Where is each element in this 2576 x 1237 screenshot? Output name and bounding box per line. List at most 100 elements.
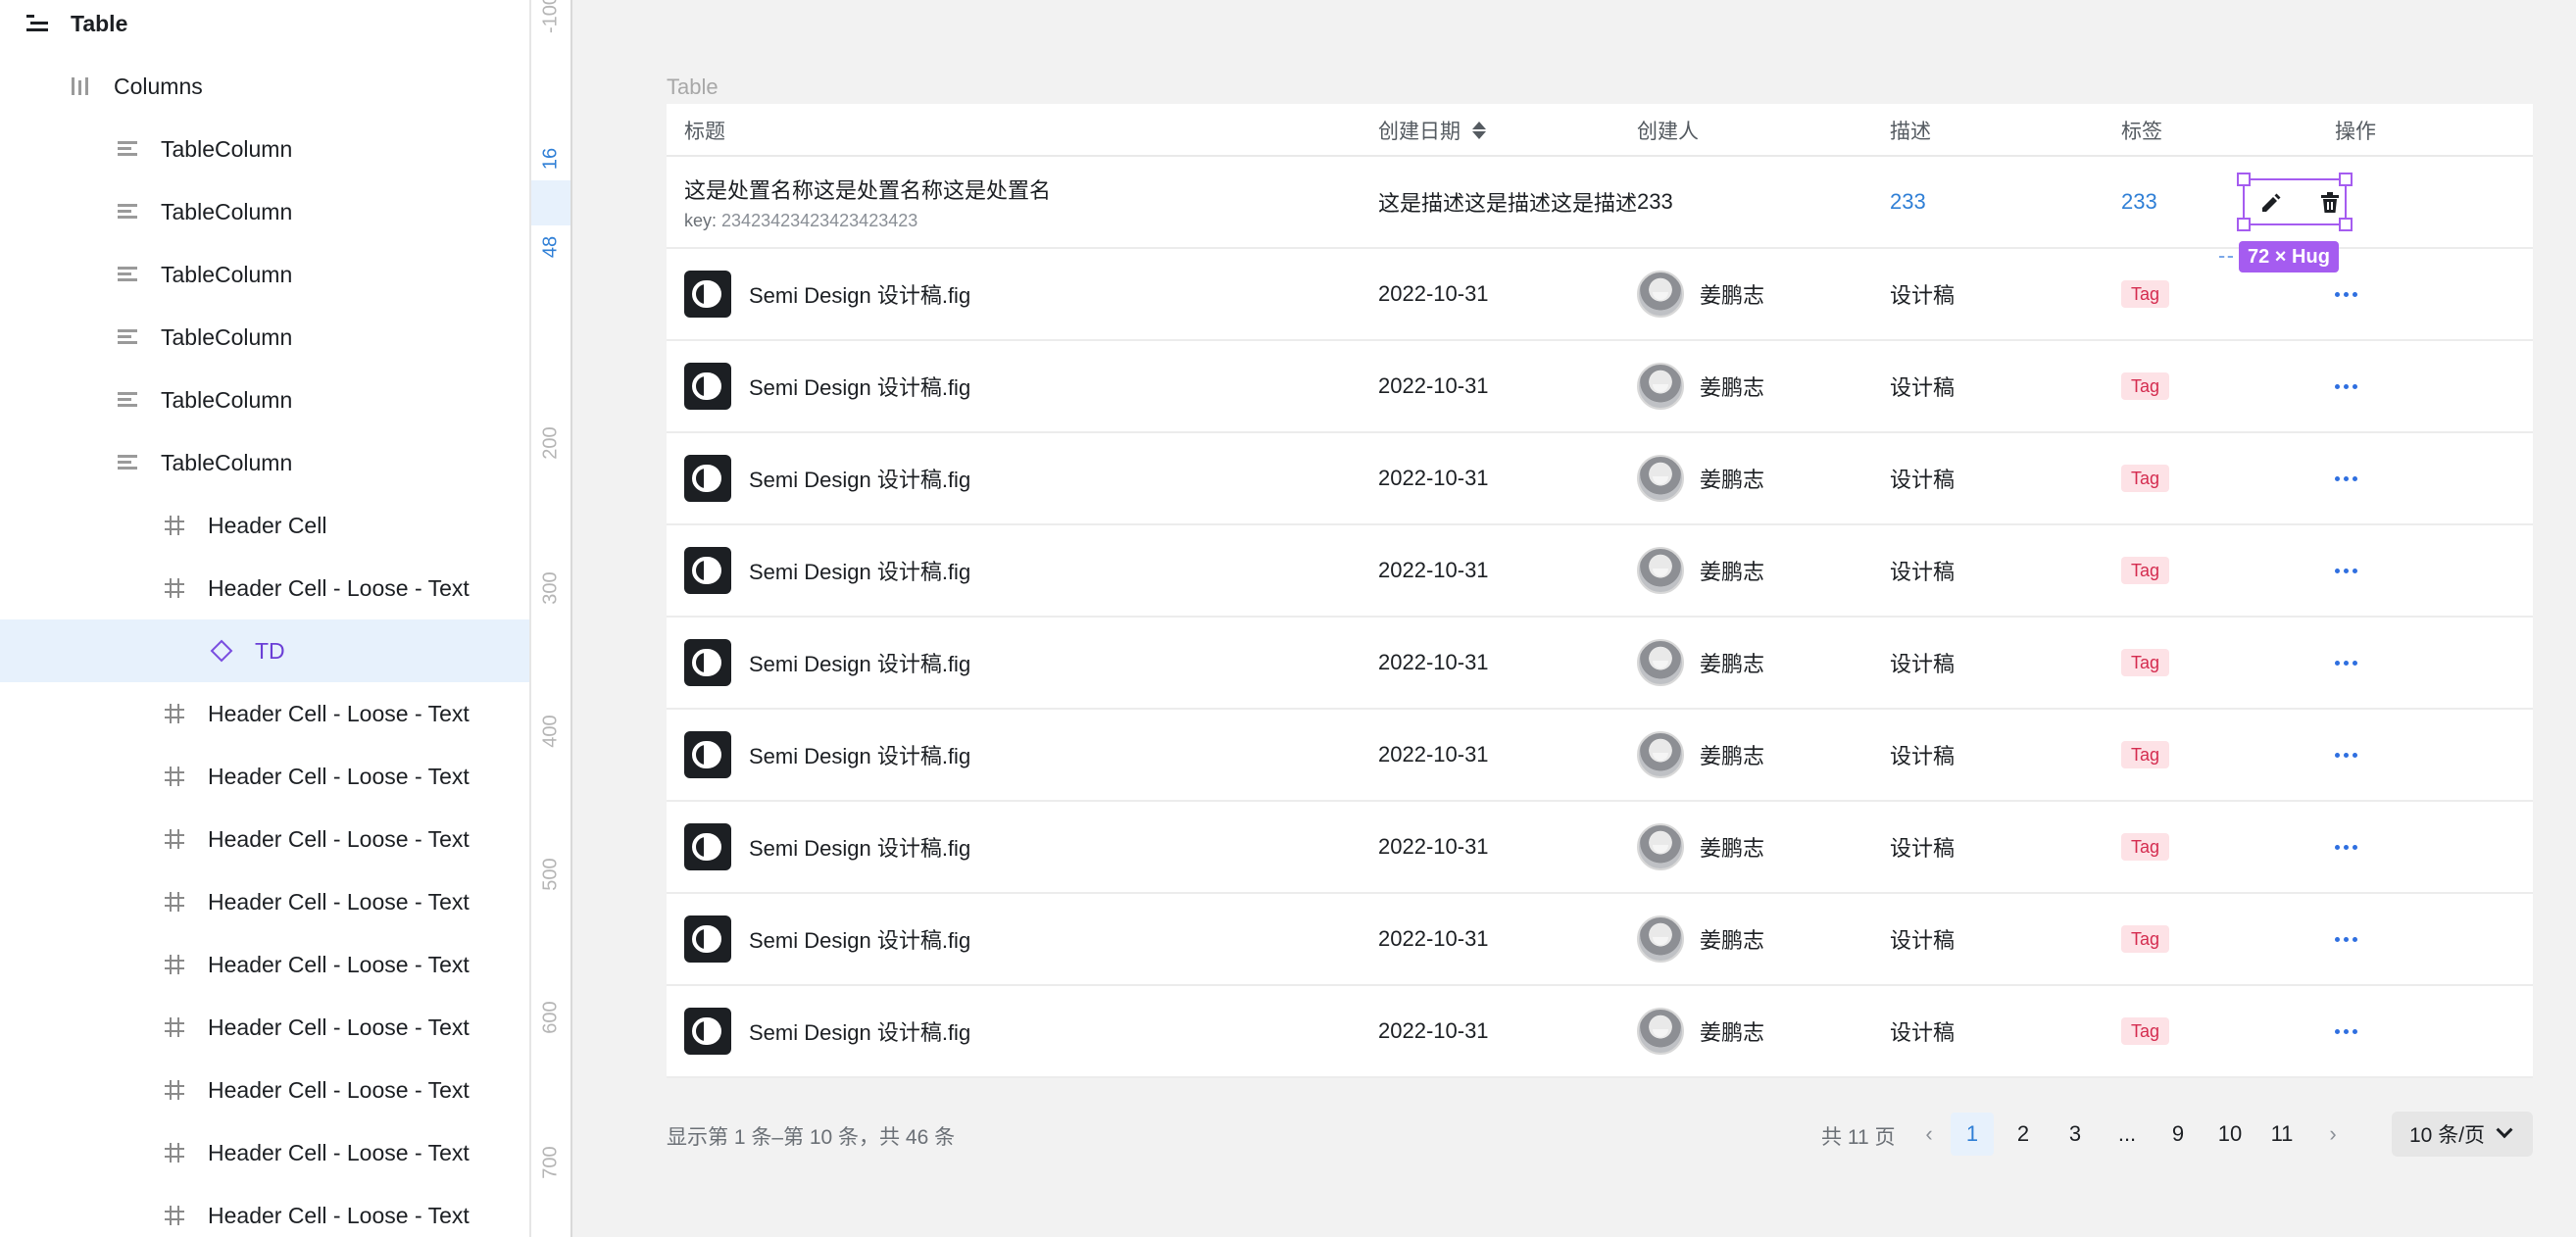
layer-row[interactable]: TableColumn	[0, 306, 529, 369]
file-name-cell: Semi Design 设计稿.fig	[684, 894, 970, 984]
layer-root-table[interactable]: Table	[0, 0, 529, 55]
description-link[interactable]: 233	[1890, 157, 1926, 247]
pagination-page-1[interactable]: 1	[1951, 1113, 1994, 1156]
frame-label[interactable]: Table	[667, 74, 718, 100]
table-row[interactable]: Semi Design 设计稿.fig 2022-10-31 姜鹏志 设计稿 Tag	[667, 802, 2533, 894]
more-actions-icon[interactable]	[2335, 660, 2357, 666]
page-size-select[interactable]: 10 条/页	[2392, 1112, 2533, 1157]
more-actions-icon[interactable]	[2335, 936, 2357, 942]
description-cell: 设计稿	[1890, 836, 1956, 861]
owner-cell: 姜鹏志	[1637, 341, 1764, 431]
layer-row[interactable]: Header Cell - Loose - Text	[0, 808, 529, 870]
semi-logo-icon	[684, 271, 731, 318]
tag-badge: Tag	[2121, 741, 2170, 768]
more-actions-icon[interactable]	[2335, 383, 2357, 389]
table-row[interactable]: Semi Design 设计稿.fig 2022-10-31 姜鹏志 设计稿 Tag	[667, 341, 2533, 433]
date-cell: 2022-10-31	[1378, 1018, 1489, 1043]
frame-hash-icon	[161, 1014, 188, 1041]
ruler-label-selected: 48	[539, 235, 562, 259]
column-header-creator[interactable]: 创建人	[1637, 104, 1699, 157]
avatar	[1637, 271, 1684, 318]
sort-icon[interactable]	[1472, 121, 1486, 140]
pagination-ellipsis[interactable]: ...	[2105, 1113, 2149, 1156]
pagination-prev-icon[interactable]: ‹	[1907, 1113, 1951, 1156]
resize-handle-bottom-right[interactable]	[2339, 218, 2353, 231]
file-name: Semi Design 设计稿.fig	[749, 928, 971, 953]
table-row[interactable]: Semi Design 设计稿.fig 2022-10-31 姜鹏志 设计稿 Tag	[667, 986, 2533, 1078]
column-header-label: 创建日期	[1378, 121, 1461, 143]
layer-row[interactable]: Header Cell - Loose - Text	[0, 1184, 529, 1237]
layer-row[interactable]: Columns	[0, 55, 529, 118]
pagination-total-pages: 共 11 页	[1821, 1126, 1896, 1149]
layer-label: TableColumn	[161, 386, 293, 413]
date-cell: 2022-10-31	[1378, 834, 1489, 859]
table-frame[interactable]: 标题 创建日期 创建人 描述 标签 操作 这是处置名称这是处置名称这是处置名 k…	[667, 104, 2533, 1078]
layer-row[interactable]: TableColumn	[0, 369, 529, 431]
layer-label: Header Cell - Loose - Text	[208, 1202, 470, 1228]
layer-row[interactable]: TableColumn	[0, 431, 529, 494]
semi-logo-icon	[684, 547, 731, 594]
ruler-label: 700	[539, 1146, 562, 1179]
selection-size-badge: 72 × Hug	[2239, 241, 2339, 272]
layer-row[interactable]: Header Cell - Loose - Text	[0, 1121, 529, 1184]
tag-cell: Tag	[2121, 710, 2170, 800]
file-name-cell: Semi Design 设计稿.fig	[684, 986, 970, 1076]
resize-handle-bottom-left[interactable]	[2237, 218, 2251, 231]
description-cell: 设计稿	[1890, 468, 1956, 492]
layer-row[interactable]: Header Cell - Loose - Text	[0, 557, 529, 619]
pagination-info: 显示第 1 条–第 10 条，共 46 条	[667, 1126, 956, 1149]
owner-name: 姜鹏志	[1700, 283, 1765, 308]
table-row[interactable]: Semi Design 设计稿.fig 2022-10-31 姜鹏志 设计稿 Tag	[667, 618, 2533, 710]
frame-hash-icon	[161, 574, 188, 602]
actions-cell	[2335, 433, 2357, 523]
layer-row[interactable]: Header Cell - Loose - Text	[0, 1059, 529, 1121]
owner-cell: 姜鹏志	[1637, 433, 1764, 523]
owner-cell: 233	[1637, 189, 1673, 214]
selection-bounding-box[interactable]	[2237, 173, 2353, 231]
pagination-page-2[interactable]: 2	[2002, 1113, 2045, 1156]
layer-row[interactable]: Header Cell	[0, 494, 529, 557]
layer-row[interactable]: Header Cell - Loose - Text	[0, 870, 529, 933]
table-row[interactable]: Semi Design 设计稿.fig 2022-10-31 姜鹏志 设计稿 Tag	[667, 525, 2533, 618]
layer-row[interactable]: TableColumn	[0, 180, 529, 243]
column-header-title[interactable]: 标题	[684, 104, 725, 157]
tag-cell: Tag	[2121, 894, 2170, 984]
design-canvas[interactable]: Table 标题 创建日期 创建人 描述 标签 操作 这是处置名称这是处置名称这…	[574, 0, 2576, 1237]
layer-row[interactable]: Header Cell - Loose - Text	[0, 933, 529, 996]
layer-label: Header Cell - Loose - Text	[208, 1014, 470, 1040]
more-actions-icon[interactable]	[2335, 475, 2357, 481]
layer-row[interactable]: Header Cell - Loose - Text	[0, 745, 529, 808]
table-row[interactable]: Semi Design 设计稿.fig 2022-10-31 姜鹏志 设计稿 Tag	[667, 433, 2533, 525]
more-actions-icon[interactable]	[2335, 844, 2357, 850]
file-name-cell: Semi Design 设计稿.fig	[684, 710, 970, 800]
more-actions-icon[interactable]	[2335, 1028, 2357, 1034]
pagination-next-icon[interactable]: ›	[2311, 1113, 2354, 1156]
table-row[interactable]: Semi Design 设计稿.fig 2022-10-31 姜鹏志 设计稿 Tag	[667, 710, 2533, 802]
tag-badge: Tag	[2121, 280, 2170, 308]
lines-icon	[114, 135, 141, 163]
layer-row[interactable]: TableColumn	[0, 118, 529, 180]
more-actions-icon[interactable]	[2335, 568, 2357, 573]
resize-handle-top-left[interactable]	[2237, 173, 2251, 186]
resize-handle-top-right[interactable]	[2339, 173, 2353, 186]
more-actions-icon[interactable]	[2335, 752, 2357, 758]
pagination-page-3[interactable]: 3	[2054, 1113, 2097, 1156]
layer-row[interactable]: Header Cell - Loose - Text	[0, 996, 529, 1059]
pagination-page-9[interactable]: 9	[2156, 1113, 2200, 1156]
pagination-page-10[interactable]: 10	[2208, 1113, 2252, 1156]
layers-panel: Table Columns TableColumn TableColumn Table…	[0, 0, 529, 1237]
column-header-tags[interactable]: 标签	[2121, 104, 2162, 157]
more-actions-icon[interactable]	[2335, 291, 2357, 297]
column-header-actions[interactable]: 操作	[2335, 104, 2376, 157]
semi-logo-icon	[684, 731, 731, 778]
layer-row[interactable]: TableColumn	[0, 243, 529, 306]
description-cell: 设计稿	[1890, 744, 1956, 768]
file-name-cell: Semi Design 设计稿.fig	[684, 802, 970, 892]
column-header-created-date[interactable]: 创建日期	[1378, 104, 1486, 157]
tag-link[interactable]: 233	[2121, 157, 2157, 247]
layer-row[interactable]: TD	[0, 619, 529, 682]
pagination-page-11[interactable]: 11	[2260, 1113, 2304, 1156]
column-header-description[interactable]: 描述	[1890, 104, 1931, 157]
table-row[interactable]: Semi Design 设计稿.fig 2022-10-31 姜鹏志 设计稿 Tag	[667, 894, 2533, 986]
layer-row[interactable]: Header Cell - Loose - Text	[0, 682, 529, 745]
